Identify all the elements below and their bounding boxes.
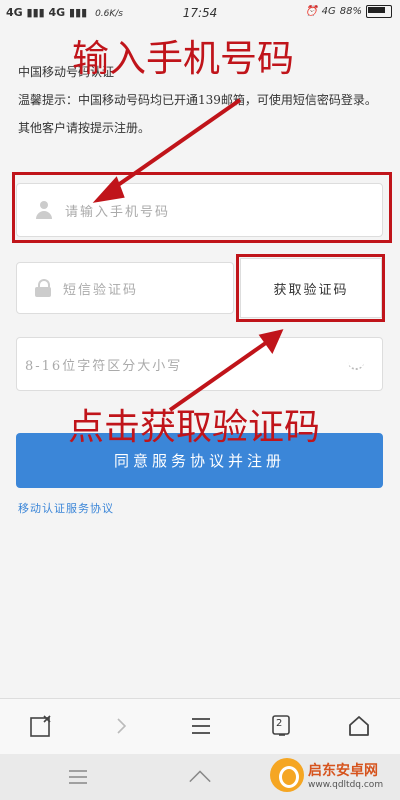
watermark-url: www.qdltdq.com <box>308 780 384 790</box>
annotation-bottom: 点击获取验证码 <box>68 407 321 448</box>
highlight-phone-box <box>12 172 392 243</box>
battery-icon <box>366 5 392 18</box>
menu-icon[interactable] <box>188 713 214 739</box>
close-tab-icon[interactable] <box>28 713 54 739</box>
status-right: ⏰ 4G 88% <box>305 5 392 18</box>
sms-code-placeholder: 短信验证码 <box>63 282 139 298</box>
tabs-icon[interactable]: 2 <box>268 713 294 739</box>
eye-closed-icon[interactable] <box>348 360 364 370</box>
watermark-icon <box>270 758 304 792</box>
agreement-link[interactable]: 移动认证服务协议 <box>18 500 114 516</box>
notice-tip: 温馨提示：中国移动号码均已开通139邮箱，可使用短信密码登录。其他客户请按提示注… <box>18 93 377 135</box>
battery-percent: 88% <box>339 6 362 17</box>
system-home-icon[interactable] <box>188 766 212 788</box>
annotation-top: 输入手机号码 <box>72 37 294 80</box>
home-icon[interactable] <box>346 713 372 739</box>
browser-toolbar: 2 <box>0 698 400 755</box>
alarm-icon: ⏰ <box>305 6 318 17</box>
status-bar: 4G ▮▮▮ 4G ▮▮▮ 0.6K/s 17:54 ⏰ 4G 88% <box>0 0 400 28</box>
password-placeholder: 8-16位字符区分大小写 <box>25 358 183 374</box>
highlight-code-box <box>236 254 385 322</box>
sms-code-input[interactable]: 短信验证码 <box>16 262 234 314</box>
watermark-logo: 启东安卓网 www.qdltdq.com <box>270 752 400 798</box>
tab-count: 2 <box>276 718 283 729</box>
forward-icon[interactable] <box>108 713 134 739</box>
recent-apps-icon[interactable] <box>66 766 90 788</box>
lock-icon <box>35 279 51 297</box>
watermark-name: 启东安卓网 <box>308 763 378 779</box>
password-input[interactable]: 8-16位字符区分大小写 <box>16 337 383 391</box>
network-type: 4G <box>321 6 336 17</box>
